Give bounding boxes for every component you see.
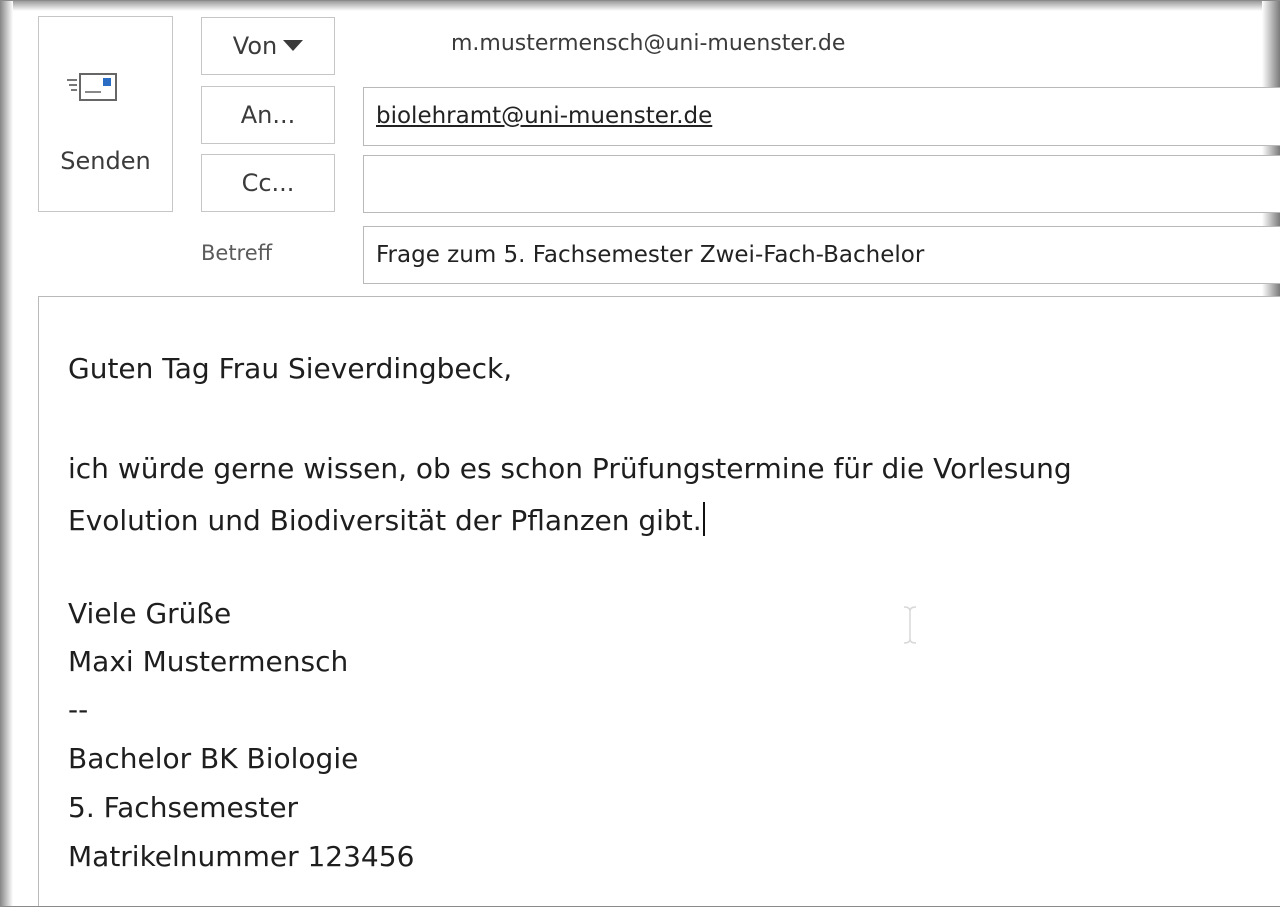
signature-degree: Bachelor BK Biologie (68, 742, 359, 775)
subject-label: Betreff (201, 241, 273, 265)
to-button[interactable]: An... (201, 86, 335, 144)
window-top-shadow (1, 1, 1280, 11)
to-field[interactable]: biolehramt@uni-muenster.de (363, 87, 1280, 146)
signature-matriculation: Matrikelnummer 123456 (68, 840, 415, 873)
chevron-down-icon (283, 39, 304, 51)
send-button[interactable]: Senden (38, 16, 173, 212)
send-mail-icon (67, 73, 117, 101)
text-caret (702, 502, 705, 536)
from-dropdown-button[interactable]: Von (201, 17, 335, 75)
from-address: m.mustermensch@uni-muenster.de (451, 31, 846, 56)
to-recipient[interactable]: biolehramt@uni-muenster.de (376, 103, 712, 129)
compose-window: Senden Von An... Cc... m.mustermensch@un… (0, 0, 1280, 907)
signature-separator: -- (68, 693, 89, 726)
window-left-shadow (1, 1, 13, 906)
cc-button-label: Cc... (241, 169, 295, 197)
message-body[interactable]: Guten Tag Frau Sieverdingbeck, ich würde… (38, 296, 1280, 906)
subject-field[interactable]: Frage zum 5. Fachsemester Zwei-Fach-Bach… (363, 226, 1280, 284)
body-text-line: ich würde gerne wissen, ob es schon Prüf… (68, 452, 1072, 485)
subject-value: Frage zum 5. Fachsemester Zwei-Fach-Bach… (376, 242, 925, 268)
from-button-label: Von (232, 32, 278, 60)
to-button-label: An... (240, 101, 296, 129)
body-text-line: Evolution und Biodiversität der Pflanzen… (68, 502, 705, 537)
signature-closing: Viele Grüße (68, 597, 232, 630)
i-beam-cursor-icon (903, 606, 917, 644)
signature-name: Maxi Mustermensch (68, 645, 349, 678)
cc-field[interactable] (363, 155, 1280, 213)
body-greeting: Guten Tag Frau Sieverdingbeck, (68, 352, 513, 385)
cc-button[interactable]: Cc... (201, 154, 335, 212)
signature-semester: 5. Fachsemester (68, 791, 299, 824)
send-button-label: Senden (60, 147, 151, 175)
